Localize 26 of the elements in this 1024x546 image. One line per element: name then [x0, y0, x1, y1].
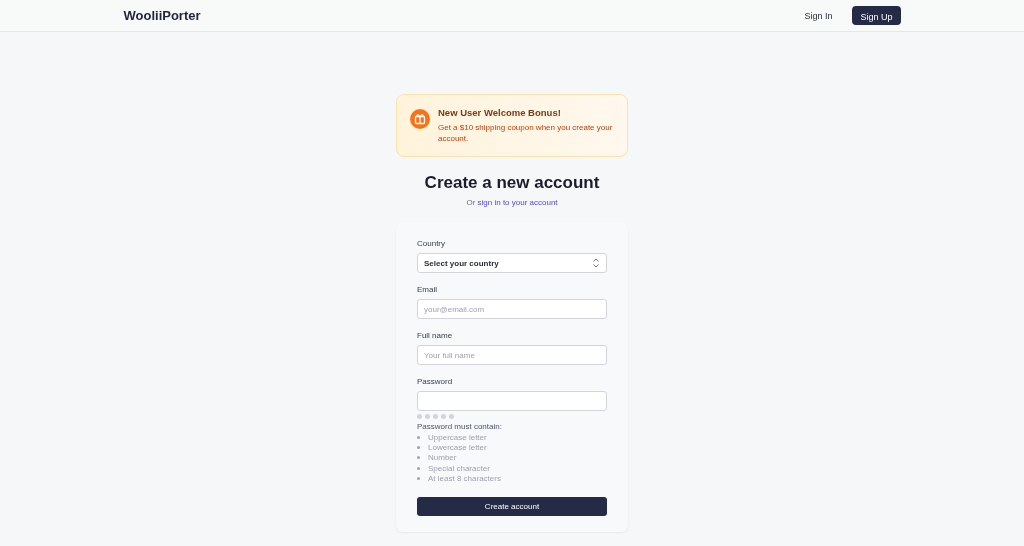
- requirements-title: Password must contain:: [417, 422, 503, 431]
- input-field[interactable]: your@email.com: [417, 299, 607, 319]
- field-label: Email: [417, 285, 438, 294]
- field-label: Password: [417, 377, 454, 386]
- sign-in-link[interactable]: sign in to your account: [477, 198, 558, 207]
- create-account-button[interactable]: Create account: [417, 497, 607, 517]
- password-field[interactable]: [417, 391, 607, 411]
- requirement-item: Uppercase letter: [428, 432, 487, 442]
- banner-title: New User Welcome Bonus!: [438, 107, 562, 118]
- chevron-updown-icon: [592, 258, 600, 268]
- logo[interactable]: WooliiPorter: [123, 8, 201, 23]
- subtitle-text: Or: [466, 198, 476, 207]
- requirement-item: Number: [428, 453, 457, 463]
- country-select[interactable]: Select your country: [417, 253, 607, 273]
- gift-icon: [410, 109, 430, 129]
- strength-dots-icon: [417, 414, 454, 419]
- requirement-item: Special character: [428, 463, 490, 473]
- requirement-item: Lowercase letter: [428, 442, 487, 452]
- banner-text: Get a $10 shipping coupon when you create your account.: [438, 122, 614, 144]
- page-title: Create a new account: [423, 173, 601, 193]
- field-label: Country: [417, 239, 446, 248]
- sign-in-link[interactable]: Sign In: [798, 6, 839, 25]
- input-field[interactable]: Your full name: [417, 345, 607, 365]
- sign-up-button[interactable]: Sign Up: [852, 6, 901, 25]
- field-label: Full name: [417, 331, 454, 340]
- requirement-item: At least 8 characters: [428, 473, 501, 483]
